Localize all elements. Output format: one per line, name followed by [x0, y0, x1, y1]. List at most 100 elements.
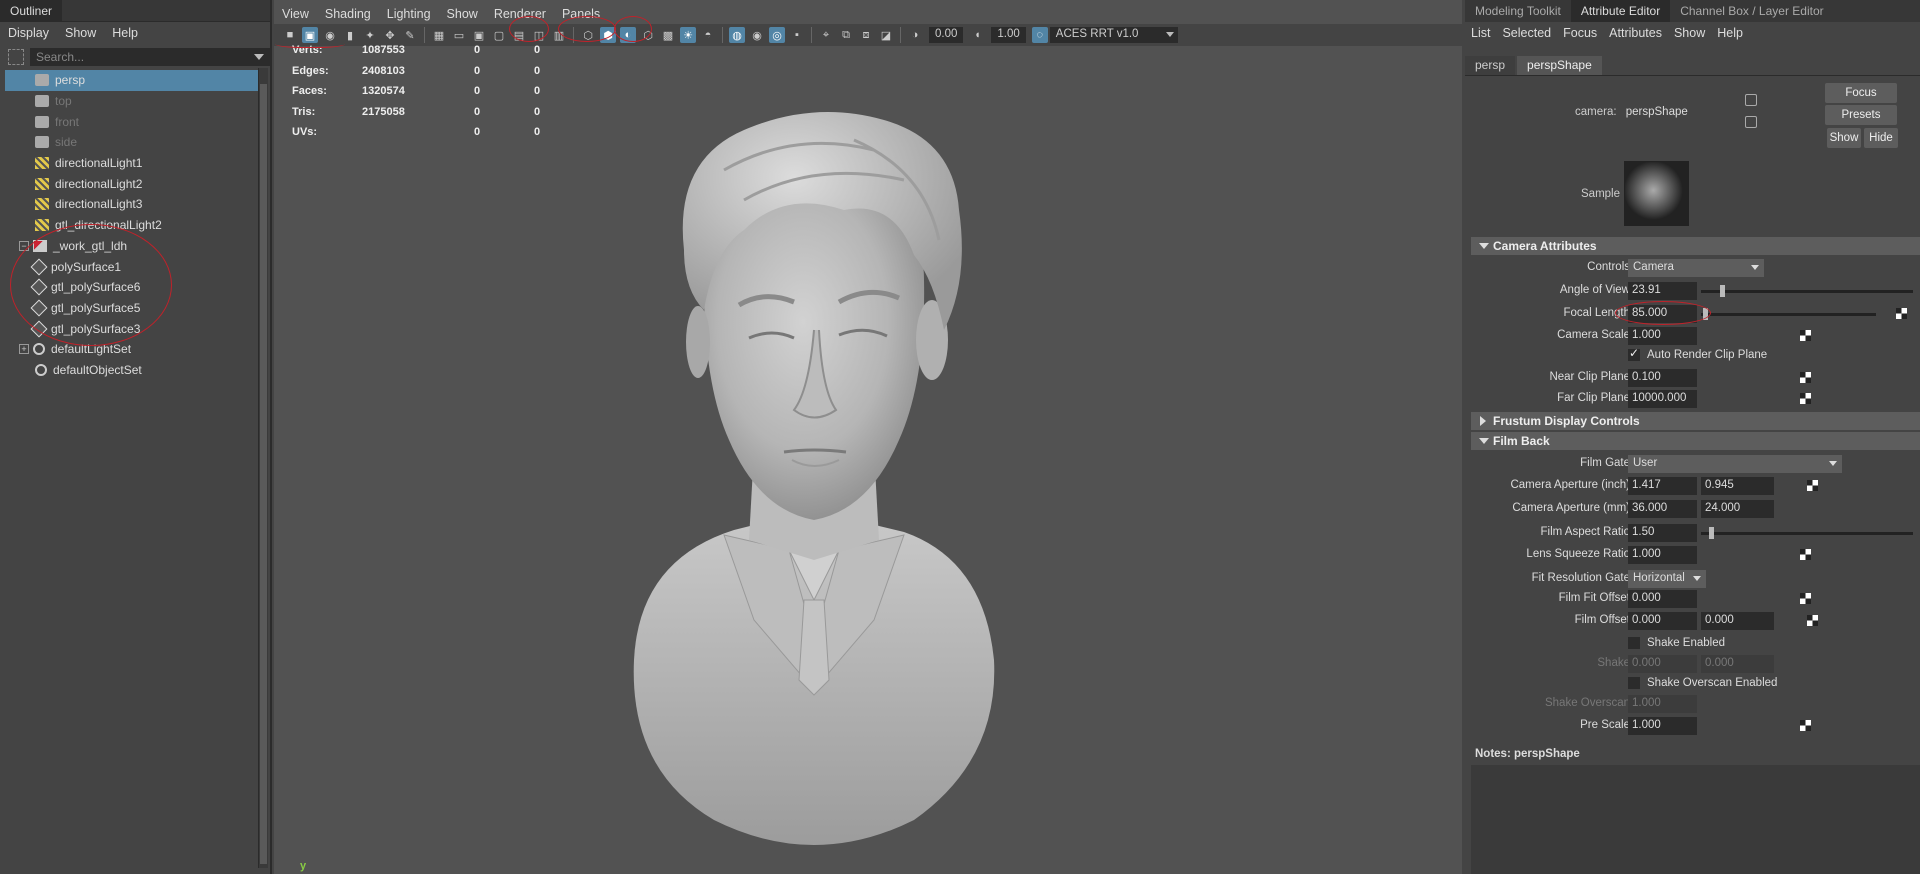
- image-plane-icon[interactable]: ✦: [362, 27, 378, 43]
- 2d-pan-zoom-icon[interactable]: ✥: [382, 27, 398, 43]
- use-all-lights-icon[interactable]: ☀: [680, 27, 696, 43]
- node-tab-persp[interactable]: persp: [1465, 56, 1516, 75]
- tab-attribute-editor[interactable]: Attribute Editor: [1570, 0, 1671, 22]
- field-chart-icon[interactable]: ▤: [511, 27, 527, 43]
- menu-help[interactable]: Help: [1711, 26, 1749, 40]
- focus-output-icon[interactable]: [1745, 116, 1757, 128]
- section-camera-attributes[interactable]: Camera Attributes: [1471, 237, 1920, 255]
- menu-lighting[interactable]: Lighting: [379, 7, 439, 21]
- film-offset-y-field[interactable]: 0.000: [1701, 612, 1774, 630]
- xray-icon[interactable]: ⧉: [838, 27, 854, 43]
- slider-knob[interactable]: [1709, 527, 1715, 539]
- aperture-inch-x-field[interactable]: 1.417: [1628, 477, 1697, 495]
- angle-of-view-slider[interactable]: [1701, 285, 1913, 297]
- outliner-item-polysurface1[interactable]: polySurface1: [5, 256, 258, 277]
- menu-help[interactable]: Help: [104, 26, 146, 40]
- menu-display[interactable]: Display: [0, 26, 57, 40]
- map-button-icon[interactable]: [1800, 593, 1811, 604]
- grid-icon[interactable]: ▦: [431, 27, 447, 43]
- aperture-inch-y-field[interactable]: 0.945: [1701, 477, 1774, 495]
- grease-pencil-icon[interactable]: ✎: [402, 27, 418, 43]
- safe-title-icon[interactable]: ▥: [551, 27, 567, 43]
- map-button-icon[interactable]: [1800, 549, 1811, 560]
- fit-resolution-gate-dropdown[interactable]: Horizontal: [1628, 570, 1706, 588]
- aperture-mm-x-field[interactable]: 36.000: [1628, 500, 1697, 518]
- outliner-item-side[interactable]: side: [5, 132, 258, 153]
- menu-list[interactable]: List: [1465, 26, 1496, 40]
- camera-scale-field[interactable]: 1.000: [1628, 327, 1697, 345]
- view-transform-dropdown[interactable]: ACES RRT v1.0: [1049, 27, 1178, 43]
- map-button-icon[interactable]: [1800, 372, 1811, 383]
- textured-icon[interactable]: ▩: [660, 27, 676, 43]
- resolution-gate-icon[interactable]: ▣: [471, 27, 487, 43]
- camera-attributes-icon[interactable]: ◉: [322, 27, 338, 43]
- gamma-field[interactable]: 1.00: [991, 27, 1026, 43]
- menu-show[interactable]: Show: [1668, 26, 1711, 40]
- film-gate-icon[interactable]: ▭: [451, 27, 467, 43]
- map-button-icon[interactable]: [1800, 393, 1811, 404]
- presets-button[interactable]: Presets: [1825, 105, 1897, 125]
- camera-name-field[interactable]: perspShape: [1626, 106, 1688, 118]
- shadows-icon[interactable]: ◓: [700, 27, 716, 43]
- focal-length-slider[interactable]: [1701, 308, 1876, 320]
- outliner-item-work_gtl_ldh[interactable]: − _work_gtl_ldh: [5, 236, 258, 257]
- auto-clip-checkbox[interactable]: [1628, 346, 1640, 361]
- menu-show[interactable]: Show: [57, 26, 104, 40]
- slider-knob[interactable]: [1702, 308, 1708, 320]
- map-button-icon[interactable]: [1807, 615, 1818, 626]
- expand-toggle-icon[interactable]: +: [19, 344, 29, 355]
- map-button-icon[interactable]: [1800, 720, 1811, 731]
- angle-of-view-field[interactable]: 23.91: [1628, 282, 1697, 300]
- menu-panels[interactable]: Panels: [554, 7, 608, 21]
- lens-squeeze-field[interactable]: 1.000: [1628, 546, 1697, 564]
- exposure-field[interactable]: 0.00: [929, 27, 964, 43]
- scroll-thumb[interactable]: [260, 84, 267, 864]
- motion-blur-icon[interactable]: ◉: [749, 27, 765, 43]
- outliner-item-gtl_polysurface6[interactable]: gtl_polySurface6: [5, 277, 258, 298]
- outliner-item-top[interactable]: top: [5, 91, 258, 112]
- menu-renderer[interactable]: Renderer: [486, 7, 554, 21]
- viewport-panel[interactable]: View Shading Lighting Show Renderer Pane…: [274, 0, 1462, 874]
- gate-mask-icon[interactable]: ▢: [491, 27, 507, 43]
- depth-of-field-icon[interactable]: ▪: [789, 27, 805, 43]
- outliner-item-persp[interactable]: persp: [5, 70, 258, 91]
- menu-shading[interactable]: Shading: [317, 7, 379, 21]
- map-button-icon[interactable]: [1800, 330, 1811, 341]
- wireframe-on-shaded-icon[interactable]: ⬡: [640, 27, 656, 43]
- xray-joints-icon[interactable]: ◪: [878, 27, 894, 43]
- menu-focus[interactable]: Focus: [1557, 26, 1603, 40]
- gamma-icon[interactable]: ◖: [969, 27, 985, 43]
- default-material-icon[interactable]: ◐: [620, 27, 636, 43]
- far-clip-field[interactable]: 10000.000: [1628, 390, 1697, 408]
- wireframe-icon[interactable]: ⬡: [580, 27, 596, 43]
- anti-aliasing-icon[interactable]: ◎: [769, 27, 785, 43]
- tab-modeling-toolkit[interactable]: Modeling Toolkit: [1465, 0, 1571, 22]
- film-offset-x-field[interactable]: 0.000: [1628, 612, 1697, 630]
- filter-icon[interactable]: [8, 49, 24, 65]
- node-tab-perspshape[interactable]: perspShape: [1517, 56, 1602, 75]
- outliner-item-defaultobjectset[interactable]: defaultObjectSet: [5, 360, 258, 381]
- color-management-icon[interactable]: ◌: [1031, 27, 1048, 43]
- map-button-icon[interactable]: [1896, 308, 1907, 319]
- xray-active-icon[interactable]: ⧈: [858, 27, 874, 43]
- focus-input-icon[interactable]: [1745, 94, 1757, 106]
- bust-model[interactable]: [614, 80, 1014, 870]
- outliner-item-gtl_polysurface5[interactable]: gtl_polySurface5: [5, 298, 258, 319]
- outliner-item-gtl_directionallight2[interactable]: gtl_directionalLight2: [5, 215, 258, 236]
- film-aspect-field[interactable]: 1.50: [1628, 524, 1697, 542]
- outliner-item-directionallight1[interactable]: directionalLight1: [5, 153, 258, 174]
- outliner-item-directionallight2[interactable]: directionalLight2: [5, 173, 258, 194]
- shake-overscan-enabled-checkbox[interactable]: [1628, 677, 1640, 689]
- lock-camera-icon[interactable]: ▣: [302, 27, 318, 43]
- outliner-item-defaultlightset[interactable]: + defaultLightSet: [5, 339, 258, 360]
- near-clip-field[interactable]: 0.100: [1628, 369, 1697, 387]
- menu-show[interactable]: Show: [439, 7, 486, 21]
- hide-button[interactable]: Hide: [1864, 128, 1898, 148]
- focal-length-field[interactable]: 85.000: [1628, 305, 1697, 323]
- menu-view[interactable]: View: [274, 7, 317, 21]
- menu-attributes[interactable]: Attributes: [1603, 26, 1668, 40]
- bookmark-icon[interactable]: ▮: [342, 27, 358, 43]
- controls-dropdown[interactable]: Camera: [1628, 259, 1764, 277]
- tab-outliner[interactable]: Outliner: [0, 0, 63, 22]
- outliner-item-gtl_polysurface3[interactable]: gtl_polySurface3: [5, 318, 258, 339]
